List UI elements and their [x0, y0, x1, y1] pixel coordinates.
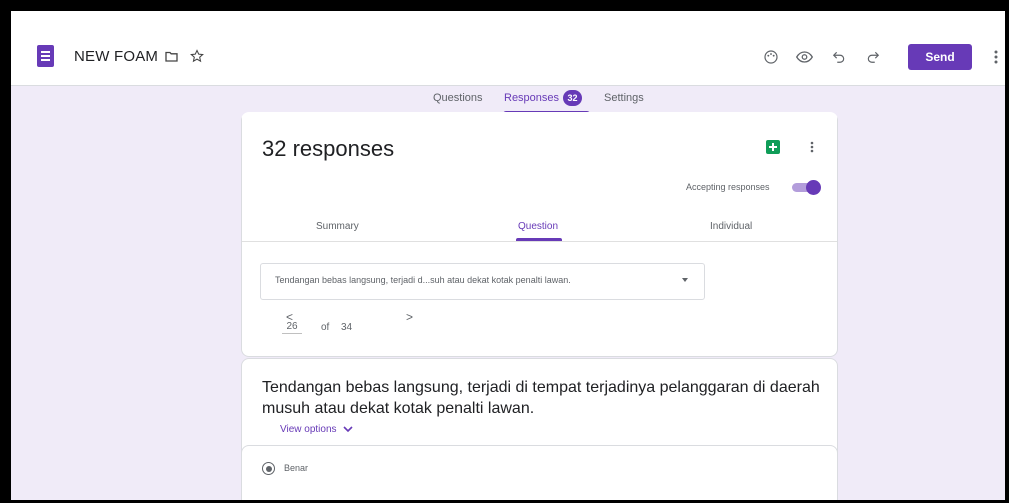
preview-eye-icon[interactable] — [795, 48, 813, 66]
send-button[interactable]: Send — [908, 44, 972, 70]
question-select-value: Tendangan bebas langsung, terjadi d...su… — [275, 275, 571, 285]
view-options-link[interactable]: View options — [280, 424, 353, 435]
responses-count-badge: 32 — [563, 90, 583, 106]
question-title: Tendangan bebas langsung, terjadi di tem… — [262, 379, 820, 417]
star-icon[interactable] — [189, 48, 205, 64]
google-forms-logo-icon[interactable] — [37, 45, 54, 67]
accepting-responses-toggle[interactable] — [792, 180, 821, 195]
more-vert-icon[interactable] — [991, 48, 1001, 66]
dropdown-arrow-icon — [682, 278, 688, 282]
current-question-number[interactable]: 26 — [282, 321, 302, 334]
next-question-button[interactable]: > — [406, 310, 413, 324]
tab-responses[interactable]: Responses 32 — [504, 90, 583, 106]
question-select-dropdown[interactable]: Tendangan bebas langsung, terjadi d...su… — [260, 263, 705, 300]
redo-icon[interactable] — [864, 48, 882, 66]
toggle-knob — [806, 180, 821, 195]
undo-icon[interactable] — [830, 48, 848, 66]
pager-of-label: of — [321, 322, 330, 333]
subtab-individual[interactable]: Individual — [710, 221, 752, 232]
responses-count-heading: 32 responses — [262, 136, 395, 161]
form-header: NEW FOAM Send Questions Responses 32 Sett… — [11, 19, 1005, 114]
tab-questions[interactable]: Questions — [433, 92, 483, 104]
answer-option-label: Benar — [284, 463, 309, 473]
app-frame: NEW FOAM Send Questions Responses 32 Sett… — [11, 11, 1005, 500]
total-questions: 34 — [341, 322, 353, 333]
card-more-vert-icon[interactable] — [808, 139, 816, 155]
chevron-down-icon — [343, 426, 353, 432]
subtab-summary[interactable]: Summary — [316, 221, 359, 232]
form-title[interactable]: NEW FOAM — [74, 48, 158, 65]
accepting-responses-label: Accepting responses — [686, 182, 770, 192]
folder-icon[interactable] — [164, 49, 178, 63]
tab-responses-label: Responses — [504, 91, 560, 104]
responses-summary-card: 32 responses Accepting responses Summary… — [241, 112, 838, 357]
tab-settings[interactable]: Settings — [604, 92, 644, 104]
subtab-question[interactable]: Question — [518, 221, 558, 232]
answer-option-card: Benar — [241, 445, 838, 500]
subtab-divider — [242, 241, 837, 242]
radio-selected-icon — [262, 462, 275, 475]
view-options-label: View options — [280, 424, 337, 435]
google-sheets-icon[interactable] — [766, 140, 780, 154]
palette-icon[interactable] — [762, 48, 780, 66]
